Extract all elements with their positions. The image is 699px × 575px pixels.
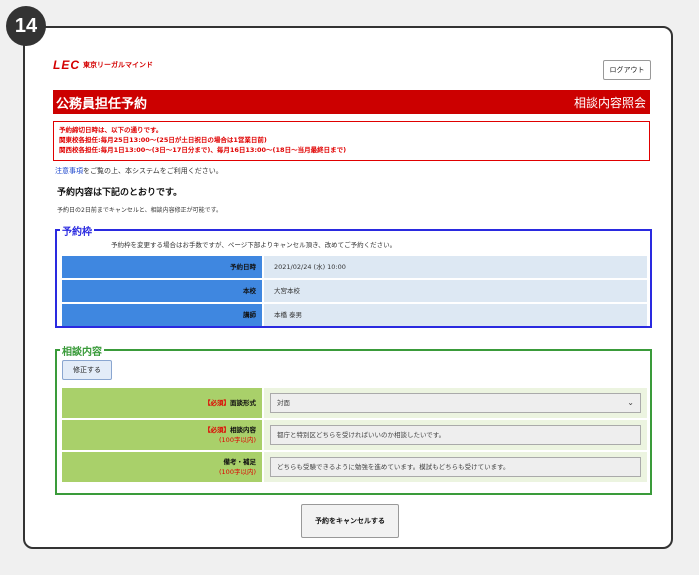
row-label: 本校 xyxy=(62,280,262,302)
reservation-table: 予約日時 2021/02/24 (水) 10:00 本校 大宮本校 講師 本橋 … xyxy=(62,256,647,328)
reservation-fieldset: 予約枠 予約枠を変更する場合はお手数ですが、ページ下部よりキャンセル頂き、改めて… xyxy=(55,223,652,328)
page-title-bar: 公務員担任予約 相談内容照会 xyxy=(53,90,650,114)
table-row: 備考・補足 (100字以内) どちらも受験できるように勉強を進めています。模試も… xyxy=(62,452,647,482)
notice-line: 関東校各担任:毎月25日13:00～(25日が土日祝日の場合は1営業日前) xyxy=(59,136,267,144)
reservation-note: 予約枠を変更する場合はお手数ですが、ページ下部よりキャンセル頂き、改めてご予約く… xyxy=(111,241,397,249)
table-row: 本校 大宮本校 xyxy=(62,280,647,302)
caution-link[interactable]: 注意事項 xyxy=(55,167,83,175)
cancel-reservation-button[interactable]: 予約をキャンセルする xyxy=(301,504,399,538)
caution-suffix: をご覧の上、本システムをご利用ください。 xyxy=(83,167,223,175)
row-value: 本橋 泰男 xyxy=(264,304,647,326)
row-label: 講師 xyxy=(62,304,262,326)
table-row: 【必須】面談形式 対面 ⌄ xyxy=(62,388,647,418)
char-limit: (100字以内) xyxy=(219,436,256,444)
row-label: 【必須】面談形式 xyxy=(62,388,262,418)
edit-button[interactable]: 修正する xyxy=(62,360,112,380)
table-row: 講師 本橋 泰男 xyxy=(62,304,647,326)
logo-text: 東京リーガルマインド xyxy=(83,61,153,69)
select-value: 対面 xyxy=(277,399,290,407)
row-label: 備考・補足 (100字以内) xyxy=(62,452,262,482)
row-label: 予約日時 xyxy=(62,256,262,278)
char-limit: (100字以内) xyxy=(219,468,256,476)
logo-mark: LEC xyxy=(53,58,80,72)
table-row: 【必須】相談内容 (100字以内) 都庁と特別区どちらを受ければいいのか相談した… xyxy=(62,420,647,450)
notice-line: 関西校各担任:毎月1日13:00～(3日～17日分まで)、毎月16日13:00～… xyxy=(59,146,347,154)
row-value: 大宮本校 xyxy=(264,280,647,302)
consult-legend: 相談内容 xyxy=(60,343,104,358)
remarks-field[interactable]: どちらも受験できるように勉強を進めています。模試もどちらも受けています。 xyxy=(270,457,641,477)
notice-line: 予約締切日時は、以下の通りです。 xyxy=(59,126,163,134)
row-value: 対面 ⌄ xyxy=(264,388,647,418)
lec-logo: LEC 東京リーガルマインド xyxy=(53,58,153,72)
page-title: 公務員担任予約 xyxy=(56,96,148,112)
label-text: 面談形式 xyxy=(230,399,256,407)
consult-content-field[interactable]: 都庁と特別区どちらを受ければいいのか相談したいです。 xyxy=(270,425,641,445)
interview-format-select[interactable]: 対面 ⌄ xyxy=(270,393,641,413)
row-value: 都庁と特別区どちらを受ければいいのか相談したいです。 xyxy=(264,420,647,450)
row-label: 【必須】相談内容 (100字以内) xyxy=(62,420,262,450)
step-number-badge: 14 xyxy=(6,6,46,46)
table-row: 予約日時 2021/02/24 (水) 10:00 xyxy=(62,256,647,278)
label-text: 相談内容 xyxy=(230,426,256,434)
required-mark: 【必須】 xyxy=(204,426,230,434)
row-value: どちらも受験できるように勉強を進めています。模試もどちらも受けています。 xyxy=(264,452,647,482)
logout-button[interactable]: ログアウト xyxy=(603,60,651,80)
row-value: 2021/02/24 (水) 10:00 xyxy=(264,256,647,278)
caution-text: 注意事項をご覧の上、本システムをご利用ください。 xyxy=(55,166,223,176)
deadline-notice: 予約締切日時は、以下の通りです。 関東校各担任:毎月25日13:00～(25日が… xyxy=(53,121,650,161)
reservation-heading: 予約内容は下記のとおりです。 xyxy=(57,188,183,198)
app-window: LEC 東京リーガルマインド ログアウト 公務員担任予約 相談内容照会 予約締切… xyxy=(23,26,673,549)
reservation-legend: 予約枠 xyxy=(60,223,94,238)
consult-fieldset: 相談内容 修正する 【必須】面談形式 対面 ⌄ 【必須】相談内容 (100字以内… xyxy=(55,343,652,495)
required-mark: 【必須】 xyxy=(204,399,230,407)
consult-table: 【必須】面談形式 対面 ⌄ 【必須】相談内容 (100字以内) 都庁と特別区どち… xyxy=(62,388,647,484)
chevron-down-icon: ⌄ xyxy=(627,398,634,407)
label-text: 備考・補足 xyxy=(223,458,257,466)
page-subtitle: 相談内容照会 xyxy=(573,95,646,110)
reservation-subnote: 予約日の2日前までキャンセルと、相談内容修正が可能です。 xyxy=(57,207,222,214)
